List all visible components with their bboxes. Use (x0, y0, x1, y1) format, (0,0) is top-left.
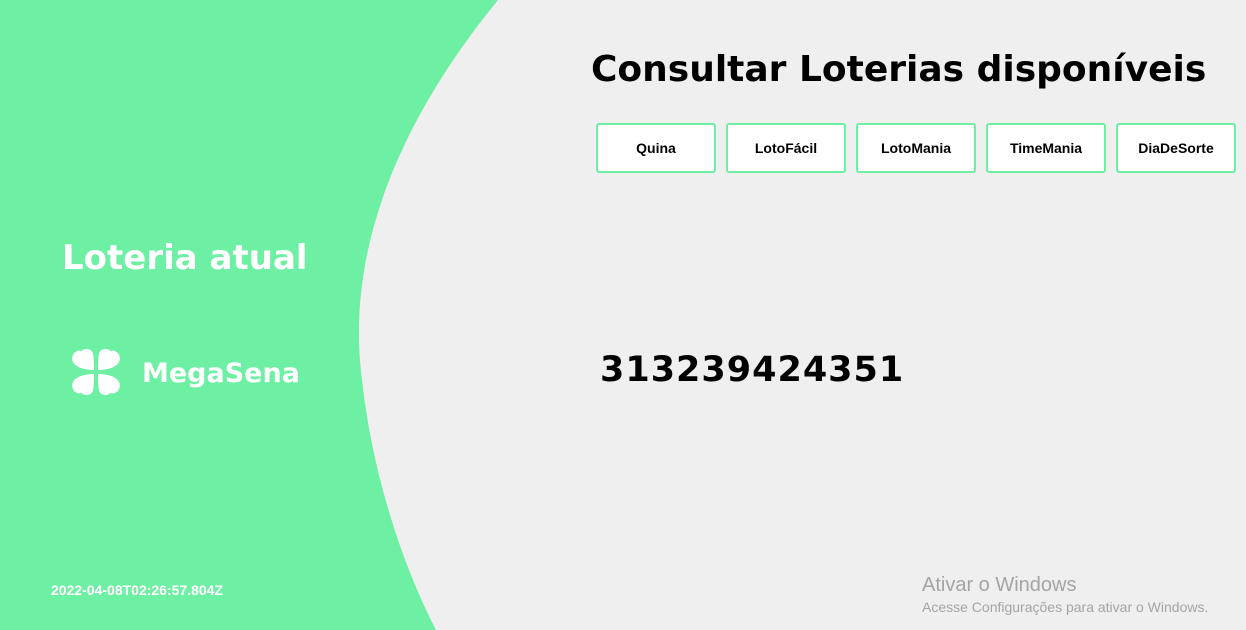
lottery-button-group: Quina LotoFácil LotoMania TimeMania DiaD… (596, 123, 1236, 173)
panel-curve-background (0, 0, 498, 630)
lotomania-button[interactable]: LotoMania (856, 123, 976, 173)
current-lottery-heading: Loteria atual (62, 238, 308, 278)
page-title: Consultar Loterias disponíveis (591, 49, 1207, 90)
app-page: Loteria atual MegaSena 2022-04-08T02:26:… (0, 0, 1246, 630)
clover-icon (72, 348, 120, 396)
diadesorte-button[interactable]: DiaDeSorte (1116, 123, 1236, 173)
windows-activation-subtitle: Acesse Configurações para ativar o Windo… (922, 599, 1209, 615)
current-lottery-name: MegaSena (142, 357, 300, 389)
windows-activation-title: Ativar o Windows (922, 574, 1077, 596)
timestamp: 2022-04-08T02:26:57.804Z (51, 582, 224, 598)
current-lottery-indicator: MegaSena (70, 348, 300, 398)
result-numbers: 313239424351 (600, 350, 905, 390)
windows-activation-watermark: Ativar o Windows Acesse Configurações pa… (922, 574, 1208, 616)
quina-button[interactable]: Quina (596, 123, 716, 173)
timemania-button[interactable]: TimeMania (986, 123, 1106, 173)
current-lottery-panel (0, 0, 1246, 630)
lotofacil-button[interactable]: LotoFácil (726, 123, 846, 173)
